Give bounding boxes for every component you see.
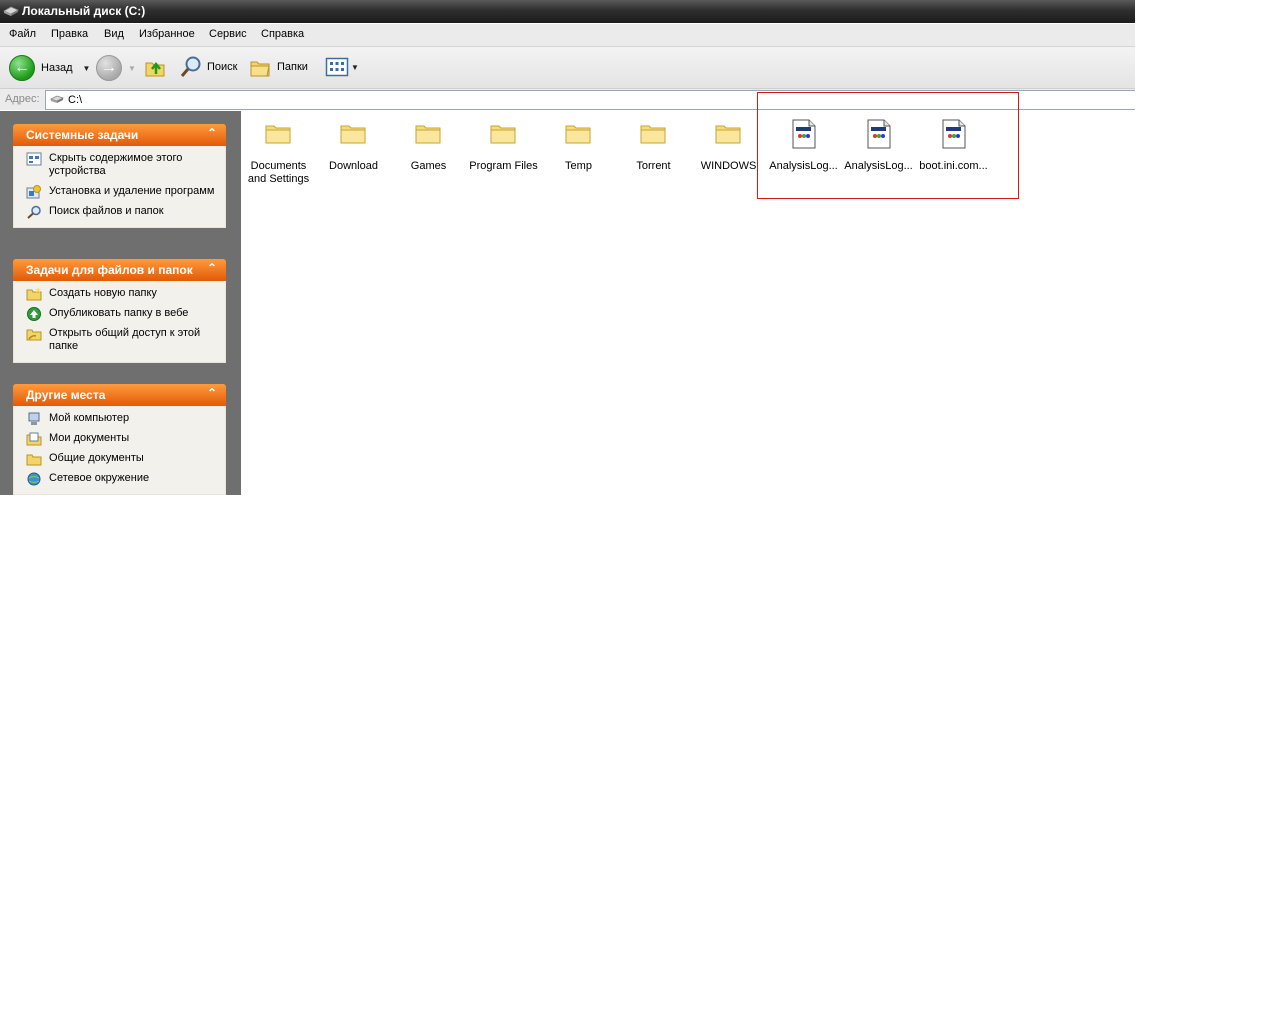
task-label: Создать новую папку: [49, 287, 157, 299]
back-button[interactable]: ← Назад ▼: [9, 55, 90, 81]
search-label: Поиск: [207, 61, 238, 73]
folder-icon: [715, 125, 741, 144]
task-search-files[interactable]: Поиск файлов и папок: [14, 205, 225, 219]
highlight-box: [757, 92, 1019, 199]
system-tasks-panel: Системные задачи ⌃ Скрыть содержимое это…: [13, 124, 226, 228]
file-folder-tasks-panel: Задачи для файлов и папок ⌃ Создать нову…: [13, 259, 226, 363]
item-label: Temp: [565, 160, 592, 172]
menu-edit[interactable]: Правка: [51, 28, 88, 40]
task-label: Опубликовать папку в вебе: [49, 307, 189, 319]
folders-label: Папки: [277, 61, 308, 73]
explorer-window: Локальный диск (C:) Файл Правка Вид Избр…: [0, 0, 1135, 495]
back-dropdown-icon[interactable]: ▼: [83, 64, 91, 73]
item-label: Games: [410, 160, 447, 172]
forward-arrow-icon: →: [96, 55, 122, 81]
panel-title: Задачи для файлов и папок: [26, 263, 193, 277]
task-add-remove-programs[interactable]: Установка и удаление программ: [14, 185, 225, 199]
forward-button[interactable]: → ▼: [96, 55, 136, 81]
folder-item[interactable]: Download: [316, 119, 391, 173]
my-computer-icon: [28, 412, 40, 425]
task-new-folder[interactable]: Создать новую папку: [14, 287, 225, 301]
menu-bar: Файл Правка Вид Избранное Сервис Справка: [0, 24, 1135, 47]
task-hide-contents[interactable]: Скрыть содержимое этого устройства: [14, 152, 225, 178]
place-network[interactable]: Сетевое окружение: [14, 472, 225, 486]
task-publish-web[interactable]: Опубликовать папку в вебе: [14, 307, 225, 321]
toolbar: ← Назад ▼ → ▼ Поиск Папки ▼: [0, 47, 1135, 89]
collapse-chevron-icon[interactable]: ⌃: [207, 126, 217, 140]
place-shared-documents[interactable]: Общие документы: [14, 452, 225, 466]
place-my-computer[interactable]: Мой компьютер: [14, 412, 225, 425]
forward-dropdown-icon[interactable]: ▼: [128, 64, 136, 73]
panel-title: Другие места: [26, 388, 106, 402]
folder-icon: [640, 125, 666, 144]
item-label: Documents and Settings: [247, 160, 310, 185]
address-label: Адрес:: [5, 93, 40, 105]
folder-item[interactable]: Torrent: [616, 119, 691, 173]
menu-favorites[interactable]: Избранное: [139, 28, 195, 40]
back-label: Назад: [41, 62, 73, 74]
views-dropdown-icon[interactable]: ▼: [351, 63, 359, 72]
network-places-icon: [27, 472, 41, 486]
place-label: Сетевое окружение: [49, 472, 150, 484]
menu-file[interactable]: Файл: [9, 28, 36, 40]
panel-title: Системные задачи: [26, 128, 139, 142]
collapse-chevron-icon[interactable]: ⌃: [207, 386, 217, 400]
folders-icon: [250, 61, 270, 77]
collapse-chevron-icon[interactable]: ⌃: [207, 261, 217, 275]
views-button[interactable]: ▼: [325, 55, 359, 79]
folders-button[interactable]: Папки: [249, 55, 308, 79]
folder-icon: [265, 125, 291, 144]
back-arrow-icon: ←: [9, 55, 35, 81]
shared-documents-icon: [26, 454, 42, 466]
menu-help[interactable]: Справка: [261, 28, 304, 40]
magnifier-icon: [180, 56, 201, 77]
task-label: Скрыть содержимое этого устройства: [49, 152, 183, 177]
task-pane: Системные задачи ⌃ Скрыть содержимое это…: [0, 111, 241, 495]
my-documents-icon: [26, 432, 42, 446]
share-folder-icon: [26, 329, 42, 341]
other-places-panel: Другие места ⌃ Мой компьютер Мои докумен…: [13, 384, 226, 495]
folder-item[interactable]: Program Files: [466, 119, 541, 173]
folder-icon: [340, 125, 366, 144]
task-label: Открыть общий доступ к этой папке: [49, 327, 201, 352]
title-bar[interactable]: Локальный диск (C:): [0, 0, 1135, 23]
up-folder-button[interactable]: [144, 55, 168, 79]
up-folder-icon: [145, 61, 165, 77]
search-icon: [27, 205, 41, 219]
folder-icon: [415, 125, 441, 144]
menu-tools[interactable]: Сервис: [209, 28, 247, 40]
panel-header[interactable]: Задачи для файлов и папок ⌃: [13, 259, 226, 281]
publish-web-icon: [27, 307, 41, 321]
folder-item[interactable]: Temp: [541, 119, 616, 173]
place-label: Мой компьютер: [49, 412, 130, 424]
task-label: Поиск файлов и папок: [49, 205, 164, 217]
item-label: Torrent: [636, 160, 671, 172]
place-label: Мои документы: [49, 432, 130, 444]
add-remove-programs-icon: [26, 185, 41, 199]
folder-icon: [565, 125, 591, 144]
task-label: Установка и удаление программ: [49, 185, 215, 197]
place-label: Общие документы: [49, 452, 144, 464]
task-share-folder[interactable]: Открыть общий доступ к этой папке: [14, 327, 225, 353]
search-button[interactable]: Поиск: [179, 55, 237, 79]
folder-item[interactable]: Documents and Settings: [241, 119, 316, 186]
item-label: Program Files: [469, 160, 538, 172]
address-value: C:\: [68, 94, 83, 106]
place-my-documents[interactable]: Мои документы: [14, 432, 225, 446]
drive-icon: [3, 6, 19, 16]
panel-header[interactable]: Другие места ⌃: [13, 384, 226, 406]
hide-contents-icon: [26, 152, 42, 166]
folder-item[interactable]: WINDOWS: [691, 119, 766, 173]
views-icon: [325, 57, 349, 77]
item-label: WINDOWS: [700, 160, 757, 172]
panel-header[interactable]: Системные задачи ⌃: [13, 124, 226, 146]
menu-view[interactable]: Вид: [104, 28, 124, 40]
folder-icon: [490, 125, 516, 144]
drive-icon: [50, 95, 64, 103]
window-title: Локальный диск (C:): [22, 4, 146, 18]
item-label: Download: [329, 160, 378, 172]
folder-item[interactable]: Games: [391, 119, 466, 173]
new-folder-icon: [26, 287, 42, 301]
